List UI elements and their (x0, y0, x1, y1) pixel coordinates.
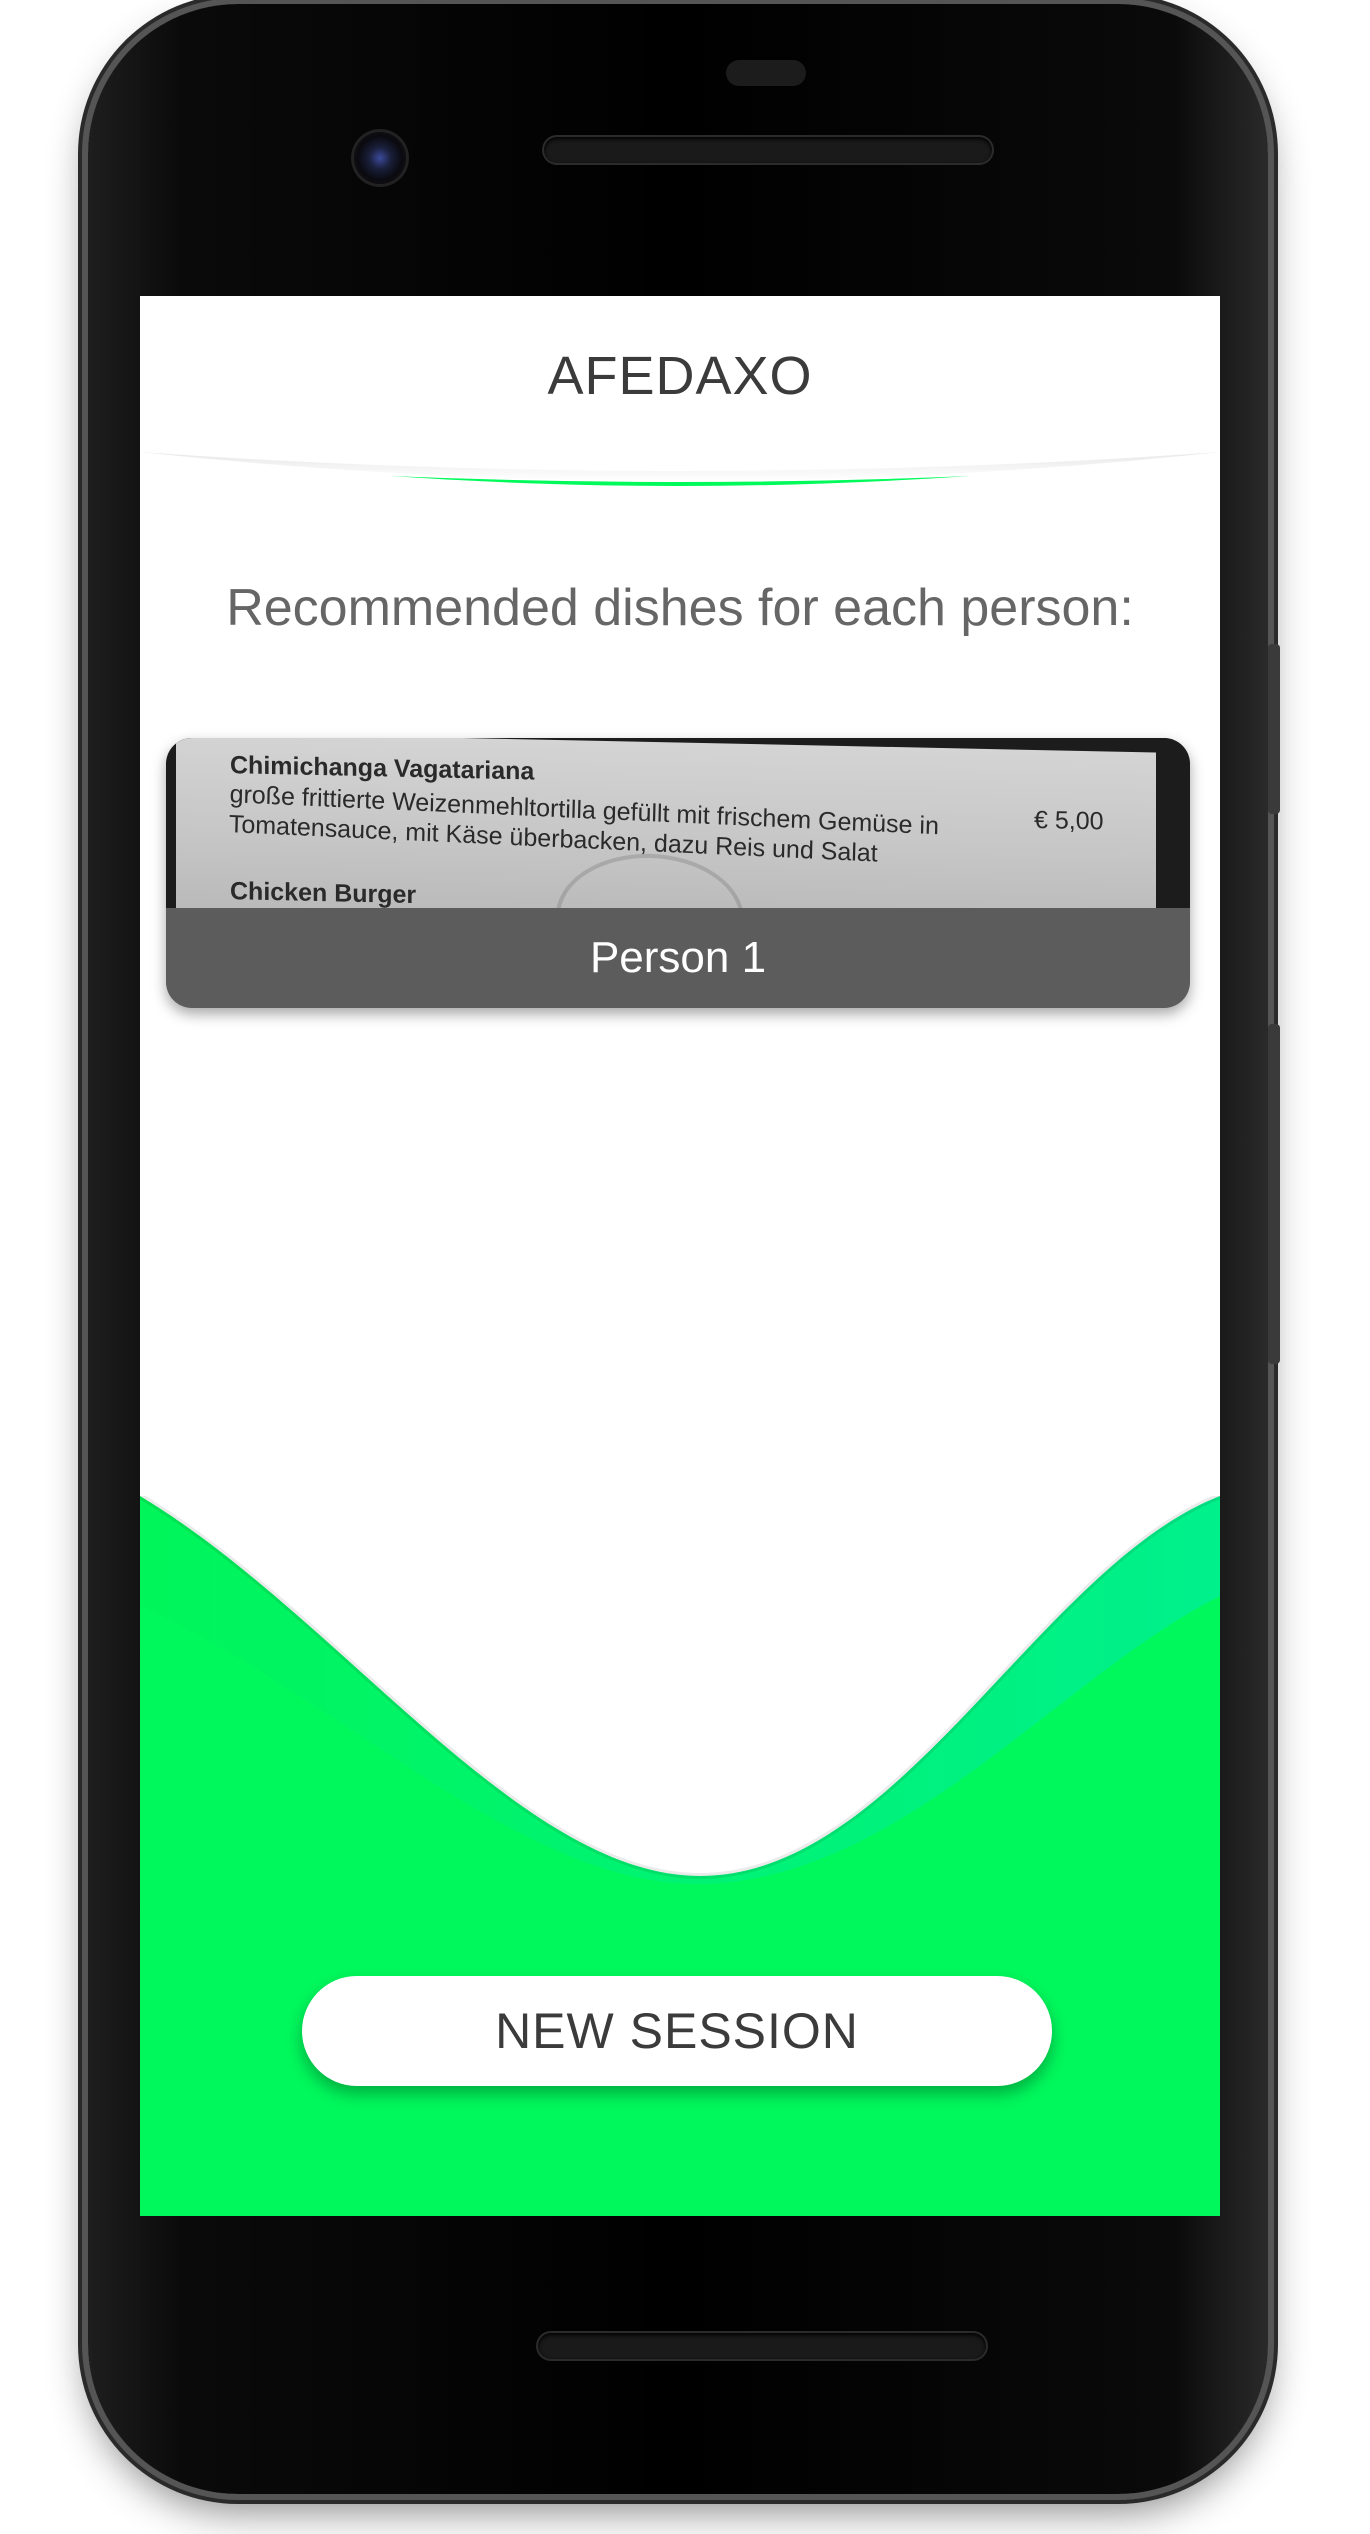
app-title: AFEDAXO (547, 346, 813, 406)
new-session-button[interactable]: NEW SESSION (302, 1976, 1052, 2086)
proximity-sensor (726, 60, 806, 86)
green-wave-background (140, 1496, 1220, 2216)
menu-paper: Chimichanga Vagatariana große frittierte… (176, 738, 1156, 908)
earpiece-speaker (544, 137, 992, 163)
app-screen: AFEDAXO Recommended dishes for each pers… (140, 296, 1220, 2216)
recommendations-heading: Recommended dishes for each person: (226, 579, 1134, 637)
menu-dish-price: € 5,00 (1034, 805, 1104, 836)
power-button (1268, 644, 1280, 814)
header-curve-divider (140, 436, 1220, 486)
app-header: AFEDAXO (140, 296, 1220, 456)
front-camera-icon (354, 132, 406, 184)
person-recommendation-card[interactable]: Chimichanga Vagatariana große frittierte… (166, 738, 1190, 1008)
bottom-speaker (538, 2333, 986, 2359)
menu-next-dish-name: Chicken Burger (230, 877, 417, 908)
person-label: Person 1 (589, 933, 767, 982)
menu-photo: Chimichanga Vagatariana große frittierte… (166, 738, 1190, 908)
volume-button (1268, 1024, 1280, 1364)
